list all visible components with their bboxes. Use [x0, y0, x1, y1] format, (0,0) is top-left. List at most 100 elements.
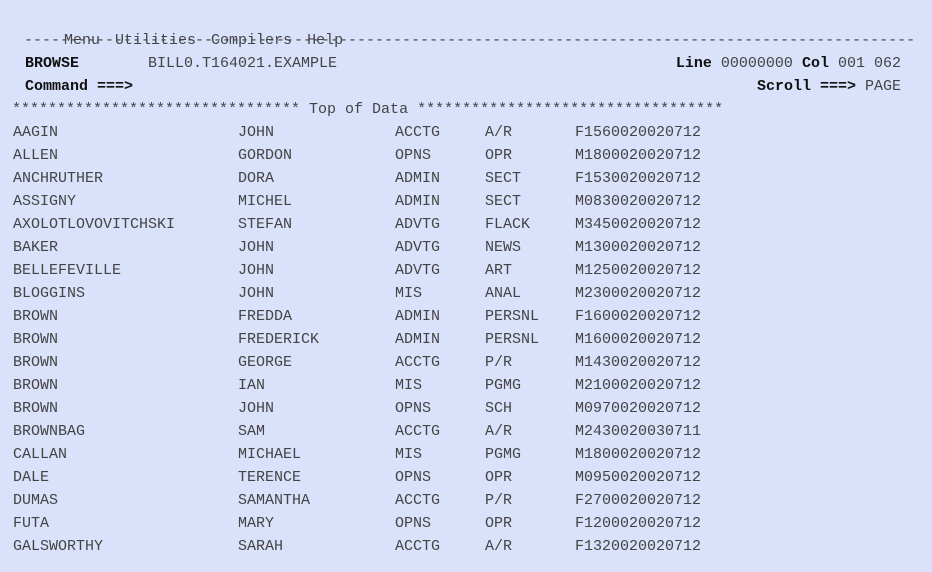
table-row: BROWN IAN MIS PGMG M2100020020712 — [13, 374, 913, 397]
last-name-cell: ASSIGNY — [13, 193, 77, 210]
record-code-cell: M0950020020712 — [575, 469, 702, 486]
table-row: ALLEN GORDON OPNS OPR M1800020020712 — [13, 144, 913, 167]
command-input[interactable] — [170, 78, 690, 96]
first-name-cell: SAM — [238, 423, 266, 440]
department-cell: ACCTG — [395, 354, 441, 371]
line-label: Line — [675, 55, 712, 72]
table-row: BROWN FREDERICK ADMIN PERSNL M1600020020712 — [13, 328, 913, 351]
table-row: BROWN GEORGE ACCTG P/R M1430020020712 — [13, 351, 913, 374]
last-name-cell: BROWN — [13, 331, 59, 348]
job-code-cell: ANAL — [485, 285, 522, 302]
scroll-value[interactable]: PAGE — [865, 78, 901, 95]
record-code-cell: M0970020020712 — [575, 400, 702, 417]
first-name-cell: JOHN — [238, 262, 275, 279]
department-cell: ADVTG — [395, 239, 441, 256]
record-code-cell: M0830020020712 — [575, 193, 702, 210]
table-row: AAGIN JOHN ACCTG A/R F1560020020712 — [13, 121, 913, 144]
last-name-cell: BROWNBAG — [13, 423, 86, 440]
line-col-indicator: Line 00000000 Col 001 062 — [676, 52, 901, 75]
table-row: AXOLOTLOVOVITCHSKI STEFAN ADVTG FLACK M34500… — [13, 213, 913, 236]
last-name-cell: GALSWORTHY — [13, 538, 104, 555]
first-name-cell: JOHN — [238, 239, 275, 256]
last-name-cell: FUTA — [13, 515, 50, 532]
table-row: FUTA MARY OPNS OPR F1200020020712 — [13, 512, 913, 535]
department-cell: MIS — [395, 377, 423, 394]
table-row: BROWNBAG SAM ACCTG A/R M2430020030711 — [13, 420, 913, 443]
last-name-cell: BAKER — [13, 239, 59, 256]
line-value: 00000000 — [720, 55, 793, 72]
top-of-data-marker: ******************************** Top of … — [12, 101, 724, 118]
record-code-cell: F1320020020712 — [575, 538, 702, 555]
record-code-cell: M1800020020712 — [575, 147, 702, 164]
last-name-cell: BROWN — [13, 400, 59, 417]
first-name-cell: FREDDA — [238, 308, 293, 325]
last-name-cell: DALE — [13, 469, 50, 486]
last-name-cell: DUMAS — [13, 492, 59, 509]
job-code-cell: PGMG — [485, 377, 522, 394]
job-code-cell: A/R — [485, 538, 513, 555]
mode-label: BROWSE — [25, 55, 80, 72]
record-code-cell: M2430020030711 — [575, 423, 702, 440]
record-code-cell: F1560020020712 — [575, 124, 702, 141]
record-code-cell: M1300020020712 — [575, 239, 702, 256]
first-name-cell: MICHEL — [238, 193, 293, 210]
table-row: GALSWORTHY SARAH ACCTG A/R F1320020020712 — [13, 535, 913, 558]
job-code-cell: A/R — [485, 423, 513, 440]
first-name-cell: GORDON — [238, 147, 293, 164]
department-cell: ADMIN — [395, 331, 441, 348]
department-cell: MIS — [395, 285, 423, 302]
col-label: Col — [801, 55, 829, 72]
last-name-cell: BLOGGINS — [13, 285, 86, 302]
first-name-cell: SAMANTHA — [238, 492, 311, 509]
record-code-cell: F1200020020712 — [575, 515, 702, 532]
last-name-cell: BROWN — [13, 354, 59, 371]
record-code-cell: M2300020020712 — [575, 285, 702, 302]
record-code-cell: M2100020020712 — [575, 377, 702, 394]
table-row: BROWN FREDDA ADMIN PERSNL F1600020020712 — [13, 305, 913, 328]
table-row: BAKER JOHN ADVTG NEWS M1300020020712 — [13, 236, 913, 259]
first-name-cell: FREDERICK — [238, 331, 320, 348]
job-code-cell: OPR — [485, 515, 513, 532]
first-name-cell: SARAH — [238, 538, 284, 555]
first-name-cell: TERENCE — [238, 469, 302, 486]
first-name-cell: MICHAEL — [238, 446, 302, 463]
job-code-cell: PERSNL — [485, 308, 540, 325]
job-code-cell: SECT — [485, 193, 522, 210]
table-row: DUMAS SAMANTHA ACCTG P/R F2700020020712 — [13, 489, 913, 512]
job-code-cell: PERSNL — [485, 331, 540, 348]
scroll-indicator: Scroll ===> PAGE — [757, 75, 901, 98]
first-name-cell: DORA — [238, 170, 275, 187]
department-cell: ADMIN — [395, 308, 441, 325]
table-row: CALLAN MICHAEL MIS PGMG M1800020020712 — [13, 443, 913, 466]
last-name-cell: AXOLOTLOVOVITCHSKI — [13, 216, 176, 233]
department-cell: ADMIN — [395, 193, 441, 210]
table-row: BROWN JOHN OPNS SCH M0970020020712 — [13, 397, 913, 420]
record-code-cell: F2700020020712 — [575, 492, 702, 509]
last-name-cell: AAGIN — [13, 124, 59, 141]
record-code-cell: F1530020020712 — [575, 170, 702, 187]
table-row: DALE TERENCE OPNS OPR M0950020020712 — [13, 466, 913, 489]
job-code-cell: NEWS — [485, 239, 522, 256]
job-code-cell: SCH — [485, 400, 513, 417]
job-code-cell: PGMG — [485, 446, 522, 463]
first-name-cell: JOHN — [238, 285, 275, 302]
department-cell: OPNS — [395, 400, 432, 417]
job-code-cell: FLACK — [485, 216, 531, 233]
department-cell: ADVTG — [395, 216, 441, 233]
col-value: 001 062 — [837, 55, 901, 72]
first-name-cell: JOHN — [238, 124, 275, 141]
record-code-cell: M3450020020712 — [575, 216, 702, 233]
job-code-cell: OPR — [485, 147, 513, 164]
job-code-cell: P/R — [485, 492, 513, 509]
table-row: ANCHRUTHER DORA ADMIN SECT F1530020020712 — [13, 167, 913, 190]
job-code-cell: OPR — [485, 469, 513, 486]
record-code-cell: F1600020020712 — [575, 308, 702, 325]
first-name-cell: MARY — [238, 515, 275, 532]
job-code-cell: ART — [485, 262, 513, 279]
department-cell: ACCTG — [395, 124, 441, 141]
last-name-cell: BROWN — [13, 308, 59, 325]
job-code-cell: SECT — [485, 170, 522, 187]
department-cell: ADMIN — [395, 170, 441, 187]
job-code-cell: A/R — [485, 124, 513, 141]
table-row: ASSIGNY MICHEL ADMIN SECT M0830020020712 — [13, 190, 913, 213]
